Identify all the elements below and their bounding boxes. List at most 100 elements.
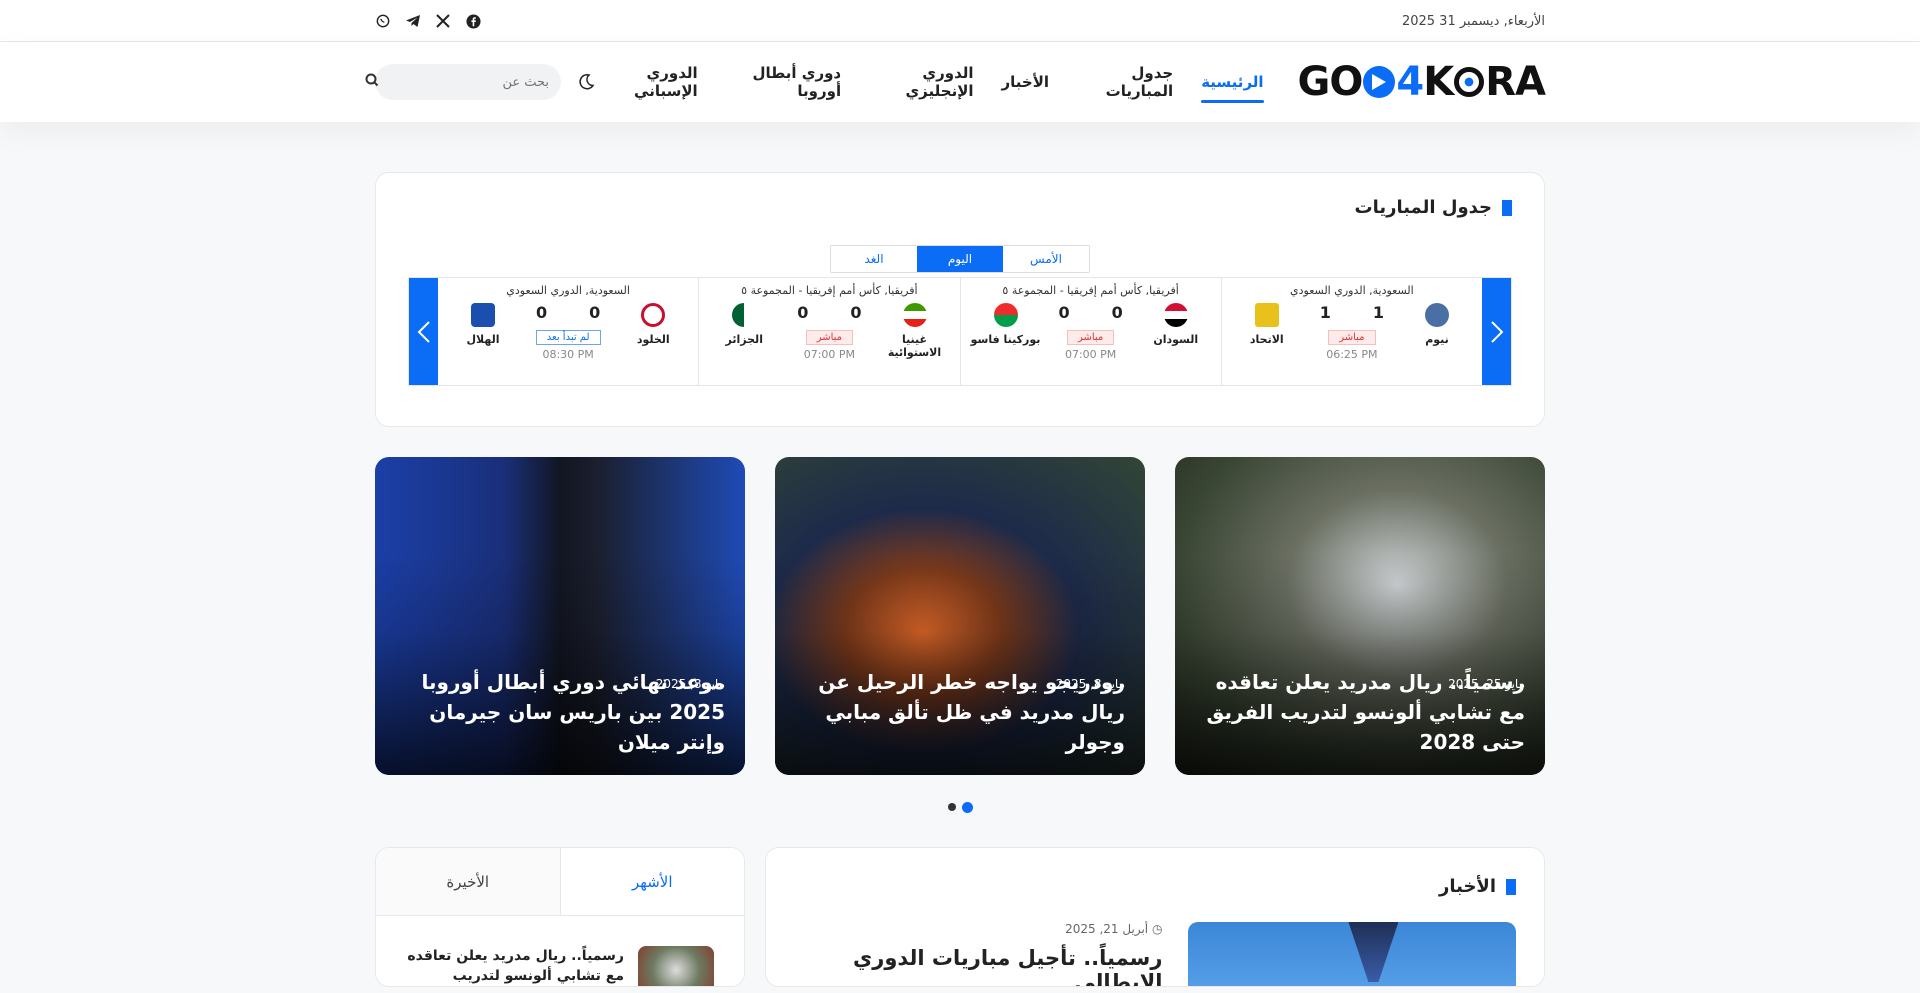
match-score: 0 0 مباشر 07:00 PM: [797, 303, 861, 361]
away-score: 0: [1058, 303, 1070, 322]
nav-champions-league[interactable]: دوري أبطال أوروبا: [726, 58, 841, 106]
away-team-crest-icon: [471, 303, 495, 327]
news-title: الأخبار: [794, 876, 1516, 897]
nav-premier-league[interactable]: الدوري الإنجليزي: [869, 58, 973, 106]
away-team: الهلال: [448, 303, 518, 346]
match-card[interactable]: السعودية, الدوري السعودي الخلود 0 0 لم ت…: [438, 278, 698, 385]
match-status-badge: مباشر: [1328, 330, 1376, 345]
match-card[interactable]: السعودية, الدوري السعودي نيوم 1 1 مباشر …: [1220, 278, 1482, 385]
away-team-flag-icon: [993, 303, 1018, 327]
home-team-name: السودان: [1153, 333, 1199, 346]
nav-matches-schedule[interactable]: جدول المباريات: [1077, 58, 1174, 106]
matches-title-text: جدول المباريات: [1354, 197, 1492, 218]
featured-slider: مايو 25, 2025 رسمياً.. ريال مدريد يعلن ت…: [375, 457, 1545, 775]
play-icon: [1363, 66, 1396, 98]
match-card[interactable]: أفريقيا, كأس أمم إفريقيا - المجموعة ٥ غي…: [698, 278, 959, 385]
main-nav: الرئيسية جدول المباريات الأخبار الدوري ا…: [597, 58, 1264, 106]
away-team: الجزائر: [709, 303, 779, 346]
title-accent: [1506, 878, 1516, 895]
away-score: 0: [535, 303, 548, 322]
games-list: السعودية, الدوري السعودي نيوم 1 1 مباشر …: [438, 278, 1482, 385]
search-input[interactable]: [379, 74, 549, 90]
featured-title[interactable]: رودريجو يواجه خطر الرحيل عن ريال مدريد ف…: [795, 667, 1125, 757]
x-icon[interactable]: [435, 13, 451, 29]
bottom-section: الأخبار ◷ أبريل 21, 2025 رسمياً.. تأجيل …: [375, 847, 1545, 987]
featured-card[interactable]: مايو 25, 2025 رسمياً.. ريال مدريد يعلن ت…: [1175, 457, 1545, 775]
featured-title[interactable]: موعد نهائي دوري أبطال أوروبا 2025 بين با…: [395, 667, 725, 757]
sidebar-thumbnail[interactable]: [638, 946, 714, 986]
news-item-title[interactable]: رسمياً.. تأجيل مباريات الدوري الإيطالي: [794, 946, 1162, 986]
news-thumbnail[interactable]: [1188, 922, 1516, 986]
facebook-icon[interactable]: [465, 13, 481, 29]
site-logo[interactable]: GO 4 K RA: [1297, 59, 1546, 105]
match-league: أفريقيا, كأس أمم إفريقيا - المجموعة ٥: [741, 284, 918, 297]
featured-card[interactable]: مايو 8, 2025 رودريجو يواجه خطر الرحيل عن…: [775, 457, 1145, 775]
home-team-crest-icon: [641, 303, 666, 327]
match-status-badge: مباشر: [805, 330, 854, 345]
away-team-crest-icon: [1254, 303, 1279, 327]
home-score: 1: [1372, 303, 1385, 322]
home-team: غينيا الاستوائية: [880, 303, 950, 359]
pagination-dot[interactable]: [961, 802, 973, 813]
home-score: 0: [850, 303, 862, 322]
tab-tomorrow[interactable]: الغد: [831, 246, 917, 272]
home-score: 0: [1111, 303, 1123, 322]
home-team-name: غينيا الاستوائية: [887, 333, 942, 359]
sidebar-item[interactable]: رسمياً.. ريال مدريد يعلن تعاقده مع تشابي…: [376, 916, 744, 986]
nav-news[interactable]: الأخبار: [1002, 67, 1050, 97]
match-time: 07:00 PM: [1064, 348, 1117, 361]
match-score: 1 1 مباشر 06:25 PM: [1320, 303, 1384, 361]
logo-ra: RA: [1485, 59, 1546, 105]
match-card[interactable]: أفريقيا, كأس أمم إفريقيا - المجموعة ٥ ال…: [959, 278, 1221, 385]
social-links: [375, 13, 481, 29]
home-team-flag-icon: [902, 303, 927, 327]
logo-go: GO: [1297, 59, 1364, 105]
match-score: 0 0 مباشر 07:00 PM: [1058, 303, 1122, 361]
home-team: نيوم: [1402, 303, 1472, 346]
match-league: السعودية, الدوري السعودي: [506, 284, 630, 297]
sidebar-item-title[interactable]: رسمياً.. ريال مدريد يعلن تعاقده مع تشابي…: [406, 946, 624, 986]
matches-slider: السعودية, الدوري السعودي نيوم 1 1 مباشر …: [408, 277, 1512, 386]
home-score: 0: [589, 303, 601, 322]
away-team-flag-icon: [732, 303, 757, 327]
away-team: بوركينا فاسو: [971, 303, 1041, 346]
tab-today[interactable]: اليوم: [917, 246, 1003, 272]
away-score: 1: [1319, 303, 1331, 322]
news-item[interactable]: ◷ أبريل 21, 2025 رسمياً.. تأجيل مباريات …: [794, 922, 1516, 986]
match-time: 06:25 PM: [1326, 348, 1378, 361]
dark-mode-toggle[interactable]: [575, 71, 597, 93]
away-team: الاتحاد: [1232, 303, 1302, 346]
tab-latest[interactable]: الأخيرة: [376, 848, 560, 915]
away-team-name: بوركينا فاسو: [970, 333, 1041, 346]
home-team: السودان: [1141, 303, 1211, 346]
logo-four: 4: [1396, 59, 1424, 105]
whatsapp-icon[interactable]: [375, 13, 391, 29]
nav-la-liga[interactable]: الدوري الإسباني: [597, 58, 698, 106]
search-icon[interactable]: [365, 73, 379, 91]
news-title-text: الأخبار: [1438, 876, 1496, 897]
football-icon: [1454, 67, 1485, 97]
away-team-name: الاتحاد: [1249, 333, 1284, 346]
slider-prev-button[interactable]: [409, 278, 438, 385]
tab-yesterday[interactable]: الأمس: [1003, 246, 1089, 272]
match-time: 08:30 PM: [542, 348, 594, 361]
sidebar-tabs: الأشهر الأخيرة: [376, 848, 744, 916]
slider-next-button[interactable]: [1482, 278, 1511, 385]
tab-popular[interactable]: الأشهر: [559, 848, 744, 915]
main-header: GO 4 K RA الرئيسية جدول المباريات الأخبا…: [0, 42, 1920, 122]
news-date: ◷ أبريل 21, 2025: [794, 922, 1162, 936]
pagination-dot[interactable]: [947, 803, 956, 811]
home-team-crest-icon: [1425, 303, 1449, 327]
news-date-text: أبريل 21, 2025: [1065, 922, 1149, 936]
sidebar-widget: الأشهر الأخيرة رسمياً.. ريال مدريد يعلن …: [375, 847, 745, 987]
featured-title[interactable]: رسمياً.. ريال مدريد يعلن تعاقده مع تشابي…: [1195, 667, 1525, 757]
telegram-icon[interactable]: [405, 13, 421, 29]
away-team-name: الجزائر: [725, 333, 763, 346]
match-league: أفريقيا, كأس أمم إفريقيا - المجموعة ٥: [1002, 284, 1179, 297]
featured-card[interactable]: مايو 8, 2025 موعد نهائي دوري أبطال أوروب…: [375, 457, 745, 775]
nav-home[interactable]: الرئيسية: [1201, 67, 1264, 103]
away-team-name: الهلال: [466, 333, 500, 346]
moon-icon: [579, 73, 595, 90]
home-team-name: الخلود: [636, 333, 670, 346]
home-team: الخلود: [618, 303, 688, 346]
